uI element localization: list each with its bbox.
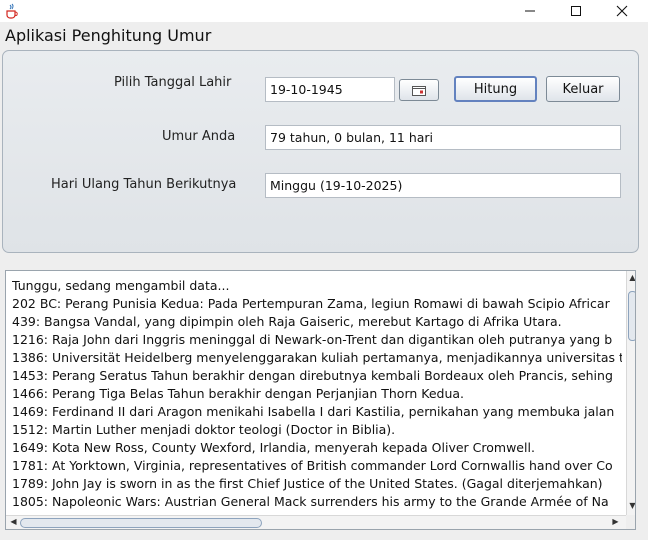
minimize-icon	[524, 2, 536, 21]
app-title: Aplikasi Penghitung Umur	[5, 26, 212, 45]
log-line: 1386: Universität Heidelberg menyelengga…	[12, 350, 622, 365]
close-icon	[616, 2, 628, 21]
log-line: 1469: Ferdinand II dari Aragon menikahi …	[12, 404, 615, 419]
log-line: 439: Bangsa Vandal, yang dipimpin oleh R…	[12, 314, 562, 329]
scrollbar-corner	[626, 515, 635, 529]
calendar-button[interactable]	[399, 79, 439, 101]
java-cup-icon	[5, 3, 19, 19]
birth-date-label: Pilih Tanggal Lahir	[114, 75, 232, 90]
next-birthday-field[interactable]: Minggu (19-10-2025)	[265, 173, 621, 198]
window-titlebar[interactable]	[0, 0, 648, 22]
history-log-area[interactable]: Tunggu, sedang mengambil data... 202 BC:…	[5, 270, 636, 530]
horizontal-scroll-thumb[interactable]	[20, 518, 262, 528]
horizontal-scrollbar[interactable]: ◀ ▶	[6, 515, 626, 529]
log-line: 1781: At Yorktown, Virginia, representat…	[12, 458, 613, 473]
history-log-text: Tunggu, sedang mengambil data... 202 BC:…	[12, 277, 622, 513]
log-line: 1805: Napoleonic Wars: Austrian General …	[12, 494, 609, 509]
log-line: 1789: John Jay is sworn in as the first …	[12, 476, 603, 491]
exit-button[interactable]: Keluar	[546, 76, 620, 102]
log-line: 1216: Raja John dari Inggris meninggal d…	[12, 332, 613, 347]
log-line: 1649: Kota New Ross, County Wexford, Irl…	[12, 440, 535, 455]
maximize-icon	[570, 2, 582, 21]
age-label: Umur Anda	[162, 129, 236, 144]
log-line: 1512: Martin Luther menjadi doktor teolo…	[12, 422, 396, 437]
next-birthday-label: Hari Ulang Tahun Berikutnya	[51, 177, 237, 192]
scroll-up-icon[interactable]: ▲	[627, 273, 635, 282]
log-line: 1453: Perang Seratus Tahun berakhir deng…	[12, 368, 613, 383]
vertical-scrollbar[interactable]: ▲ ▼	[626, 271, 635, 515]
calendar-icon	[412, 81, 426, 100]
minimize-button[interactable]	[507, 0, 553, 22]
scroll-right-icon[interactable]: ▶	[610, 517, 621, 526]
scroll-down-icon[interactable]: ▼	[627, 501, 635, 510]
close-button[interactable]	[599, 0, 645, 22]
log-line: 202 BC: Perang Punisia Kedua: Pada Perte…	[12, 296, 610, 311]
vertical-scroll-thumb[interactable]	[628, 291, 635, 341]
log-line: 1466: Perang Tiga Belas Tahun berakhir d…	[12, 386, 465, 401]
maximize-button[interactable]	[553, 0, 599, 22]
scroll-left-icon[interactable]: ◀	[8, 517, 19, 526]
log-line: Tunggu, sedang mengambil data...	[12, 278, 230, 293]
age-field[interactable]: 79 tahun, 0 bulan, 11 hari	[265, 125, 621, 150]
calculate-button[interactable]: Hitung	[454, 76, 537, 102]
birth-date-field[interactable]: 19-10-1945	[265, 77, 395, 102]
